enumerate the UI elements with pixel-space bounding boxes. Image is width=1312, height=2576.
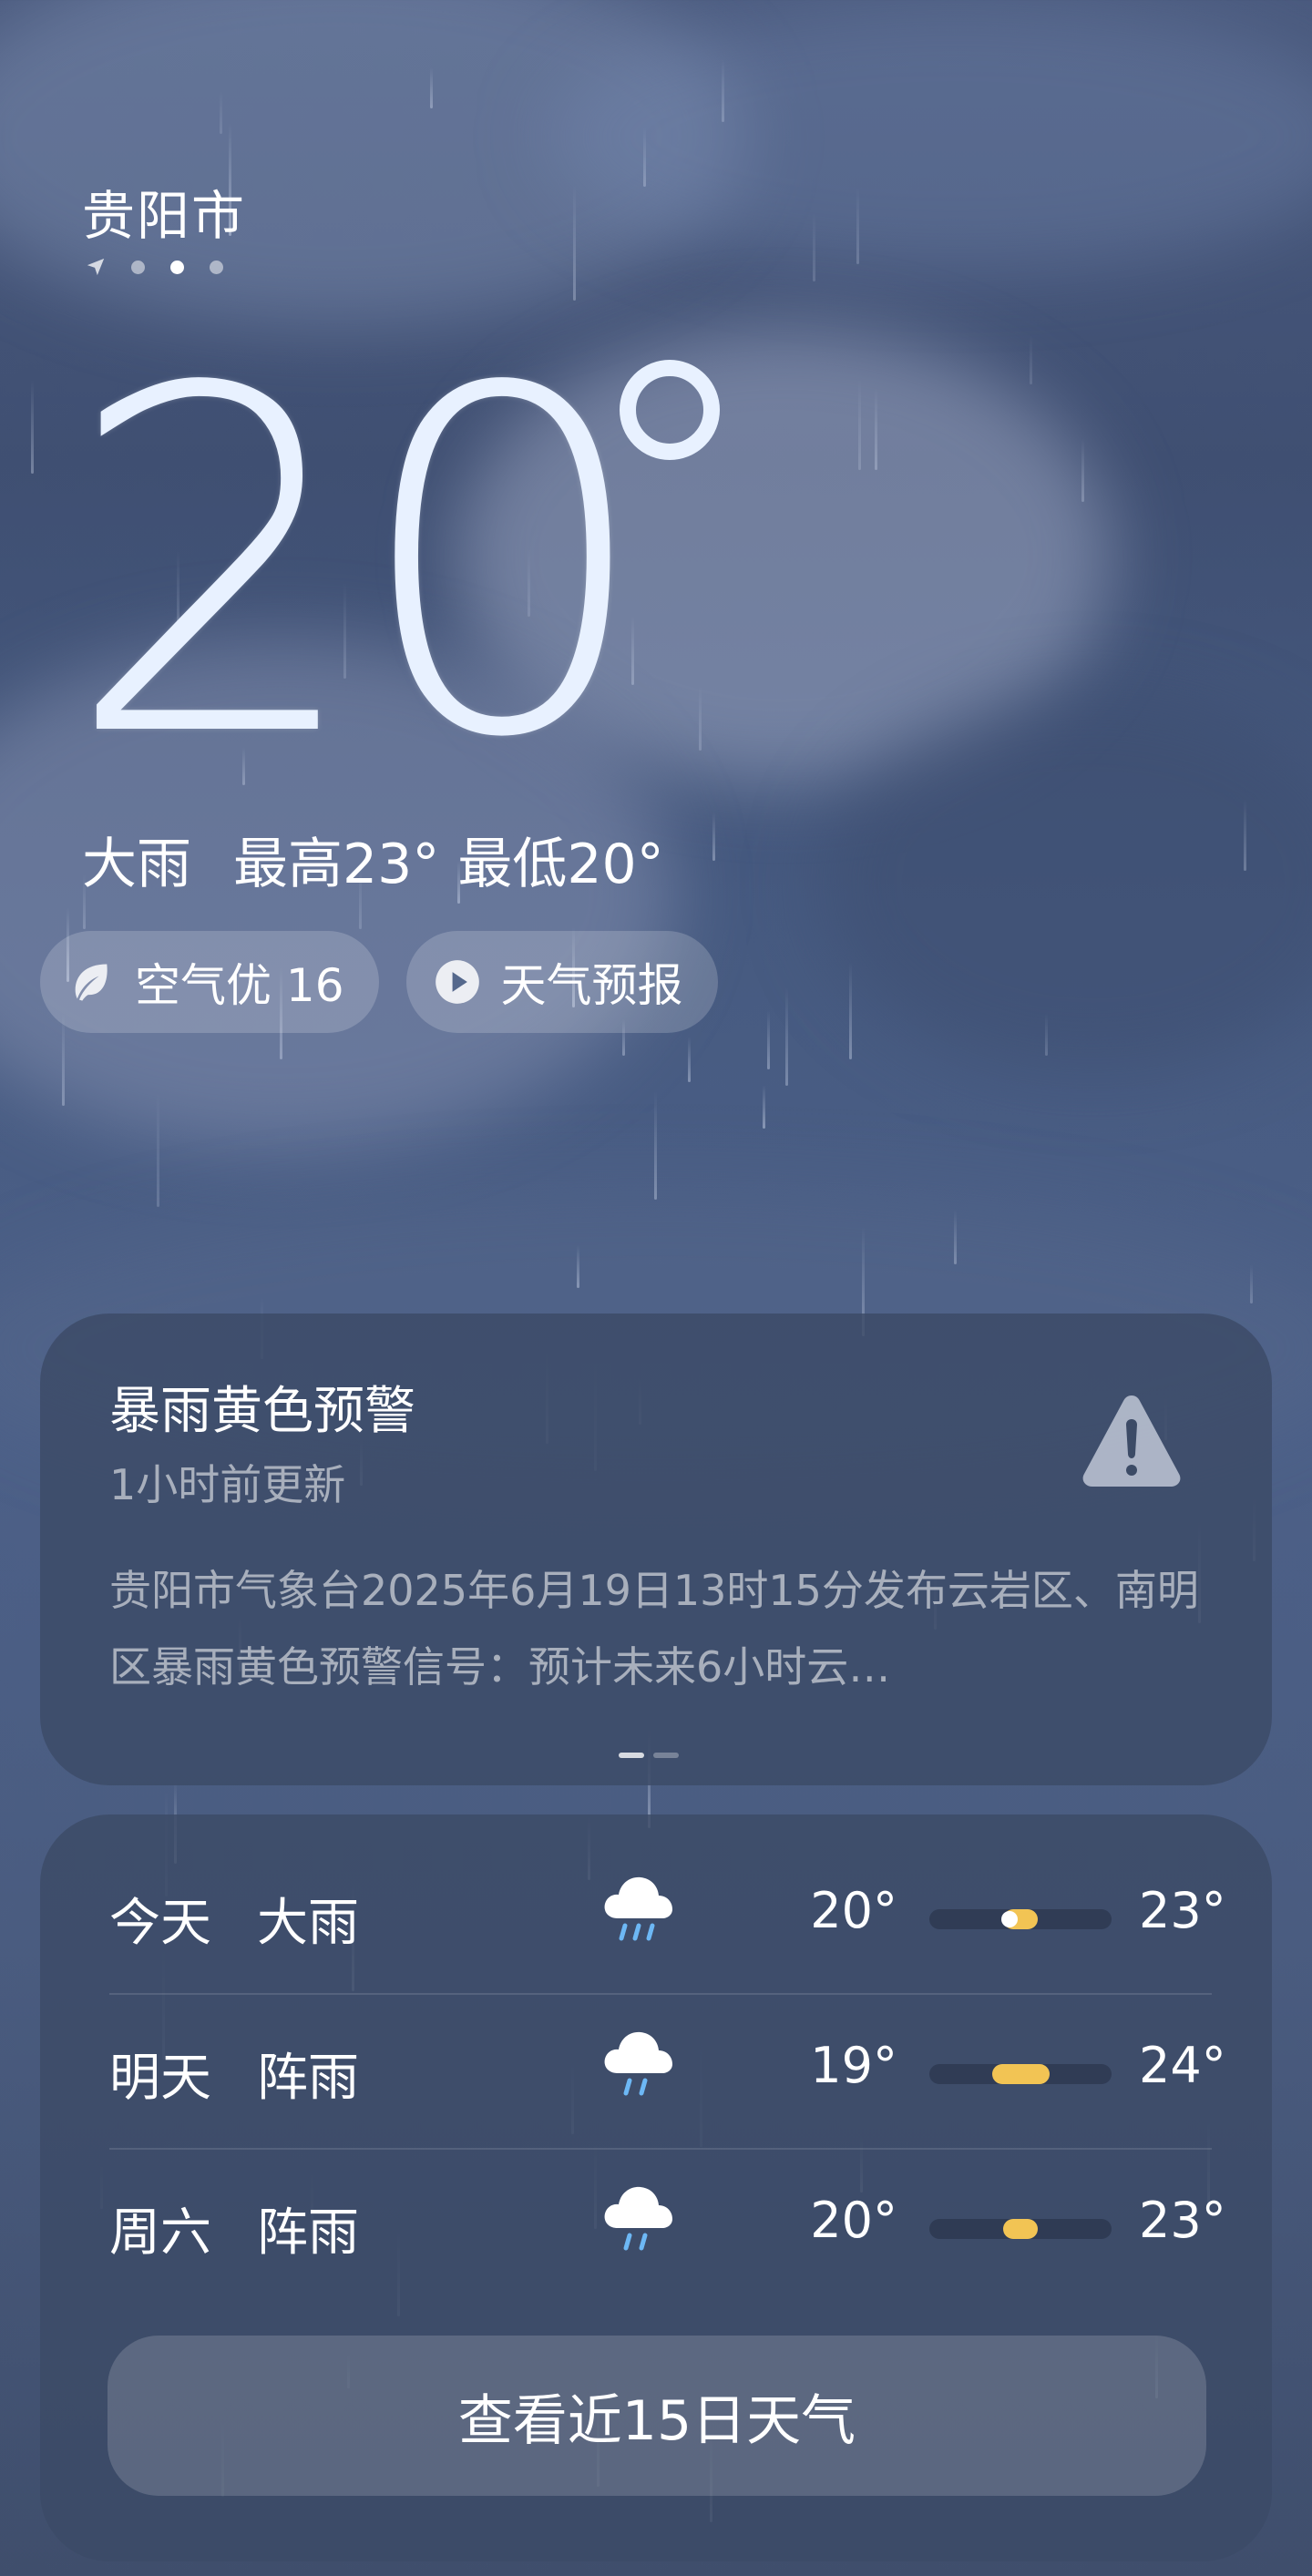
forecast-high: 23° <box>1139 2192 1226 2249</box>
forecast-row-saturday[interactable]: 周六 阵雨 20° 23° <box>109 2146 1248 2299</box>
temperature-range-bar <box>929 1909 1112 1929</box>
forecast-condition: 阵雨 <box>257 2049 359 2108</box>
daily-forecast-card: 今天 大雨 20° 23° 明天 阵雨 19° 24° 周六 阵雨 20° 23… <box>40 1814 1272 2561</box>
leaf-icon <box>75 964 108 1001</box>
forecast-high: 24° <box>1139 2037 1226 2094</box>
rain-streak <box>573 185 576 301</box>
pager-dot <box>653 1753 679 1758</box>
today-low: 最低20° <box>457 833 664 896</box>
current-condition: 大雨 <box>82 833 191 896</box>
weather-forecast-label: 天气预报 <box>500 959 683 1012</box>
alert-title: 暴雨黄色预警 <box>109 1382 415 1441</box>
location-arrow-icon <box>87 258 105 276</box>
rain-streak <box>157 1092 159 1207</box>
alert-description: 贵阳市气象台2025年6月19日13时15分发布云岩区、南明区暴雨黄色预警信号：… <box>109 1566 1199 1692</box>
forecast-low: 19° <box>810 2037 897 2094</box>
rain-streak <box>722 59 724 122</box>
rain-streak <box>430 67 433 108</box>
temperature-range-fill <box>1003 2219 1038 2239</box>
city-page-indicator[interactable] <box>86 257 223 277</box>
shower-icon <box>604 2186 672 2251</box>
city-name[interactable]: 贵阳市 <box>82 173 246 250</box>
rain-streak <box>1045 1013 1048 1056</box>
current-temperature: 20 <box>64 289 654 841</box>
rain-streak <box>31 380 34 474</box>
play-icon <box>435 960 479 1004</box>
forecast-condition: 大雨 <box>257 1894 359 1953</box>
forecast-high: 23° <box>1139 1882 1226 1939</box>
rain-streak <box>849 962 852 1059</box>
page-dot <box>210 260 223 274</box>
rain-streak <box>856 188 859 264</box>
today-high: 最高23° <box>233 833 440 896</box>
rain-streak <box>1250 1264 1253 1303</box>
page-dot-active <box>170 260 184 274</box>
heavy-rain-icon <box>604 1876 672 1941</box>
air-quality-chip[interactable]: 空气优 16 <box>40 931 379 1033</box>
forecast-row-today[interactable]: 今天 大雨 20° 23° <box>109 1836 1248 1989</box>
rain-streak <box>220 91 222 134</box>
forecast-day: 明天 <box>109 2049 211 2108</box>
weather-forecast-chip[interactable]: 天气预报 <box>405 931 718 1033</box>
rain-streak <box>813 212 815 281</box>
forecast-row-tomorrow[interactable]: 明天 阵雨 19° 24° <box>109 1991 1248 2144</box>
weather-alert-card[interactable]: 暴雨黄色预警 1小时前更新 贵阳市气象台2025年6月19日13时15分发布云岩… <box>40 1314 1272 1785</box>
rain-streak <box>688 1037 691 1082</box>
rain-streak <box>699 686 702 751</box>
info-chips: 空气优 16 天气预报 <box>40 931 718 1033</box>
rain-streak <box>1030 335 1032 384</box>
rain-streak <box>1081 438 1084 502</box>
shower-icon <box>604 2031 672 2096</box>
rain-streak <box>643 128 646 187</box>
forecast-condition: 阵雨 <box>257 2203 359 2263</box>
forecast-day: 今天 <box>109 1894 211 1953</box>
rain-streak <box>763 1085 765 1129</box>
warning-triangle-icon <box>1082 1395 1181 1487</box>
air-quality-label: 空气优 16 <box>135 959 344 1012</box>
forecast-low: 20° <box>810 1882 897 1939</box>
alert-pager <box>619 1753 679 1758</box>
temperature-range-bar <box>929 2219 1112 2239</box>
rain-streak <box>577 1245 579 1288</box>
forecast-day: 周六 <box>109 2203 211 2263</box>
page-dot <box>131 260 145 274</box>
alert-updated-time: 1小时前更新 <box>109 1460 346 1509</box>
view-15-day-forecast-button[interactable]: 查看近15日天气 <box>108 2336 1206 2496</box>
forecast-low: 20° <box>810 2192 897 2249</box>
rain-streak <box>954 1210 957 1264</box>
temperature-range-bar <box>929 2064 1112 2084</box>
rain-streak <box>875 388 877 470</box>
degree-symbol <box>620 360 720 460</box>
temperature-range-fill <box>991 2064 1050 2084</box>
rain-streak <box>712 813 715 861</box>
rain-streak <box>767 1010 770 1069</box>
current-temperature-marker <box>1001 1911 1019 1927</box>
pager-dot-active <box>619 1753 644 1758</box>
rain-streak <box>858 379 861 470</box>
rain-streak <box>785 987 788 1086</box>
rain-streak <box>654 1091 657 1200</box>
rain-streak <box>1244 799 1246 871</box>
current-summary: 大雨 最高23° 最低20° <box>82 820 664 899</box>
